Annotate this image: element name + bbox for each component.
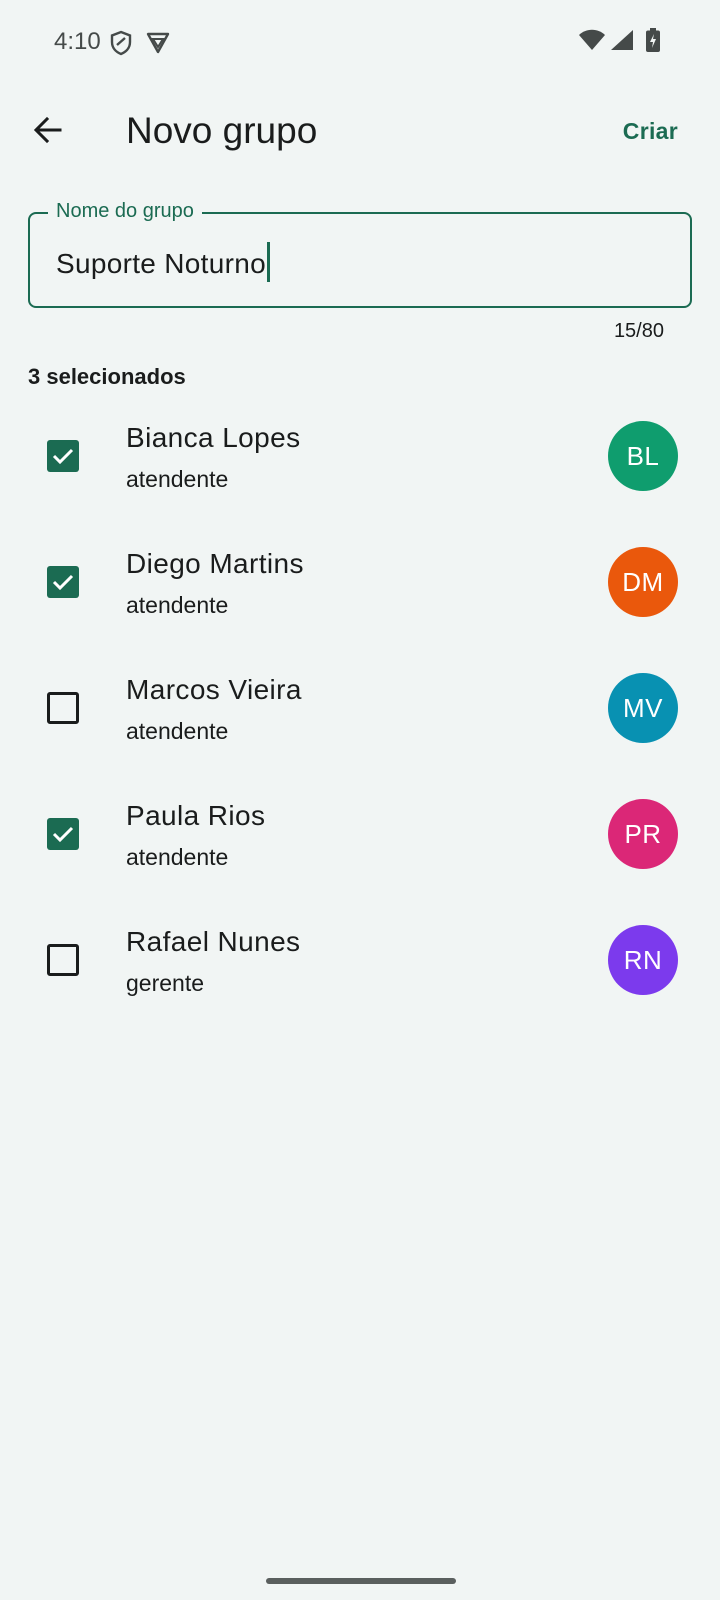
member-checkbox[interactable] bbox=[47, 818, 79, 850]
member-role: atendente bbox=[126, 718, 229, 744]
check-icon bbox=[52, 574, 74, 591]
member-checkbox[interactable] bbox=[47, 944, 79, 976]
member-list: Bianca Lopes atendente BL Diego Martins … bbox=[0, 392, 720, 1022]
list-item[interactable]: Bianca Lopes atendente BL bbox=[0, 392, 720, 518]
member-role: atendente bbox=[126, 592, 229, 618]
group-name-value: Suporte Noturno bbox=[56, 248, 266, 279]
selected-count: 3 selecionados bbox=[28, 364, 186, 389]
battery-charging-icon bbox=[646, 28, 660, 57]
list-item[interactable]: Marcos Vieira atendente MV bbox=[0, 644, 720, 770]
check-icon bbox=[52, 826, 74, 843]
avatar: BL bbox=[608, 421, 678, 491]
member-name: Bianca Lopes bbox=[126, 422, 301, 453]
member-role: gerente bbox=[126, 970, 205, 996]
list-item[interactable]: Diego Martins atendente DM bbox=[0, 518, 720, 644]
check-icon bbox=[52, 448, 74, 465]
shield-icon bbox=[110, 30, 132, 61]
home-indicator[interactable] bbox=[266, 1578, 456, 1584]
member-name: Rafael Nunes bbox=[126, 926, 301, 957]
back-button[interactable] bbox=[24, 108, 72, 156]
member-role: atendente bbox=[126, 466, 229, 492]
avatar: PR bbox=[608, 799, 678, 869]
member-checkbox[interactable] bbox=[47, 692, 79, 724]
create-button[interactable]: Criar bbox=[623, 118, 678, 145]
status-icons bbox=[578, 28, 660, 57]
status-bar: 4:10 bbox=[0, 0, 720, 86]
page-title: Novo grupo bbox=[126, 110, 318, 151]
avatar: MV bbox=[608, 673, 678, 743]
avatar: DM bbox=[608, 547, 678, 617]
member-name: Diego Martins bbox=[126, 548, 304, 579]
character-counter: 15/80 bbox=[613, 320, 664, 342]
member-checkbox[interactable] bbox=[47, 440, 79, 472]
wifi-icon bbox=[578, 29, 606, 56]
list-item[interactable]: Rafael Nunes gerente RN bbox=[0, 896, 720, 1022]
signal-icon bbox=[610, 29, 634, 56]
arrow-back-icon bbox=[32, 114, 64, 151]
member-name: Paula Rios bbox=[126, 800, 266, 831]
list-item[interactable]: Paula Rios atendente PR bbox=[0, 770, 720, 896]
member-role: atendente bbox=[126, 844, 229, 870]
vpn-icon bbox=[146, 30, 170, 59]
group-name-label: Nome do grupo bbox=[48, 200, 202, 223]
text-caret bbox=[266, 242, 270, 282]
member-name: Marcos Vieira bbox=[126, 674, 302, 705]
group-name-input[interactable]: Suporte Noturno bbox=[56, 242, 270, 282]
status-time: 4:10 bbox=[54, 28, 101, 55]
member-checkbox[interactable] bbox=[47, 566, 79, 598]
avatar: RN bbox=[608, 925, 678, 995]
